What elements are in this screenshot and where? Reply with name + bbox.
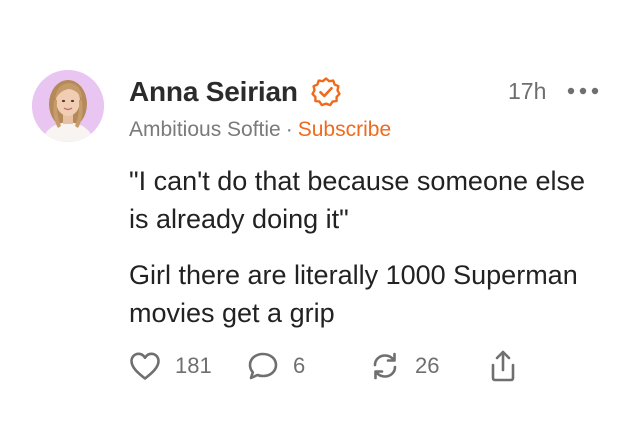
post-paragraph: "I can't do that because someone else is… <box>129 166 586 234</box>
heart-icon <box>128 350 162 382</box>
avatar-photo <box>32 70 104 142</box>
post-paragraph: Girl there are literally 1000 Superman m… <box>129 260 578 328</box>
author-meta: Ambitious Softie · Subscribe <box>129 118 391 142</box>
verified-badge-icon <box>310 76 342 108</box>
author-name[interactable]: Anna Seirian <box>129 76 298 108</box>
meta-separator: · <box>285 118 293 141</box>
like-button[interactable]: 181 <box>128 348 212 384</box>
comment-count: 6 <box>293 353 306 378</box>
restack-button[interactable]: 26 <box>368 348 439 384</box>
publication-name[interactable]: Ambitious Softie <box>129 118 281 141</box>
note-post: Anna Seirian 17h Ambitious Softie · Subscr… <box>0 0 640 429</box>
share-button[interactable] <box>488 348 518 384</box>
like-count: 181 <box>175 353 212 378</box>
more-options-icon[interactable] <box>566 83 600 99</box>
share-icon <box>488 349 518 383</box>
comment-button[interactable]: 6 <box>246 348 305 384</box>
avatar[interactable] <box>32 70 104 142</box>
restack-arrows-icon <box>368 350 402 382</box>
post-time: 17h <box>508 78 547 104</box>
speech-bubble-icon <box>246 350 280 382</box>
subscribe-link[interactable]: Subscribe <box>298 118 391 141</box>
post-actions: 181 6 26 <box>128 348 528 384</box>
author-row: Anna Seirian <box>129 74 342 110</box>
restack-count: 26 <box>415 353 440 378</box>
